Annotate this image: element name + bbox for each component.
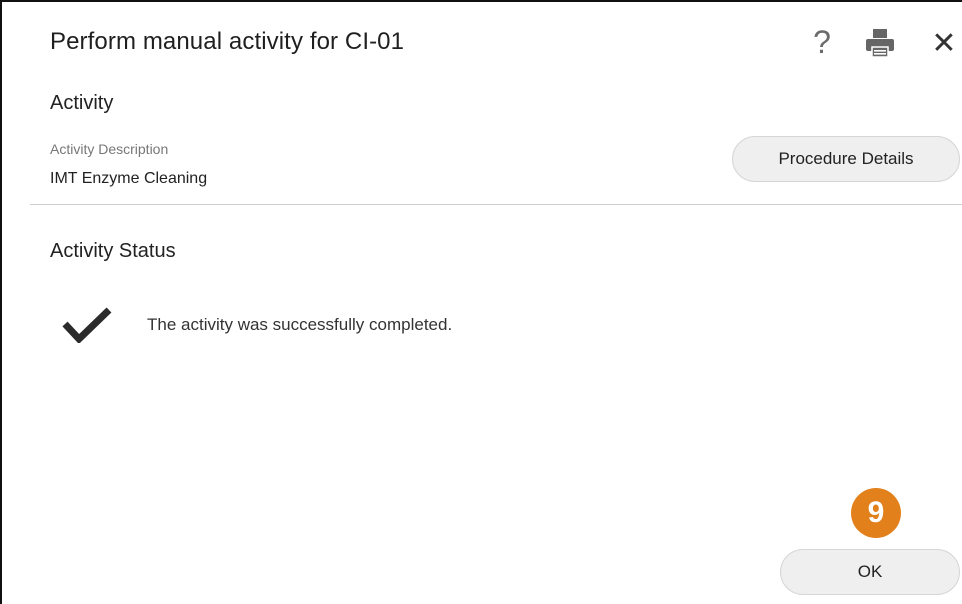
print-icon[interactable]: [864, 27, 896, 59]
section-divider: [30, 204, 962, 205]
status-message: The activity was successfully completed.: [147, 315, 453, 334]
dialog-border-left: [0, 0, 2, 604]
step-number-badge: 9: [851, 488, 901, 538]
checkmark-icon: [62, 307, 112, 344]
ok-button[interactable]: OK: [780, 549, 960, 595]
activity-description-value: IMT Enzyme Cleaning: [50, 170, 208, 187]
activity-heading: Activity: [50, 92, 114, 114]
dialog-title: Perform manual activity for CI-01: [50, 28, 405, 55]
procedure-details-button[interactable]: Procedure Details: [732, 136, 960, 182]
activity-status-heading: Activity Status: [50, 240, 176, 262]
help-icon[interactable]: ?: [807, 22, 837, 62]
close-icon[interactable]: ✕: [928, 26, 960, 62]
activity-description-label: Activity Description: [50, 141, 169, 157]
manual-activity-dialog: Perform manual activity for CI-01 ? ✕ Ac…: [0, 0, 962, 604]
dialog-border-top: [0, 0, 962, 2]
